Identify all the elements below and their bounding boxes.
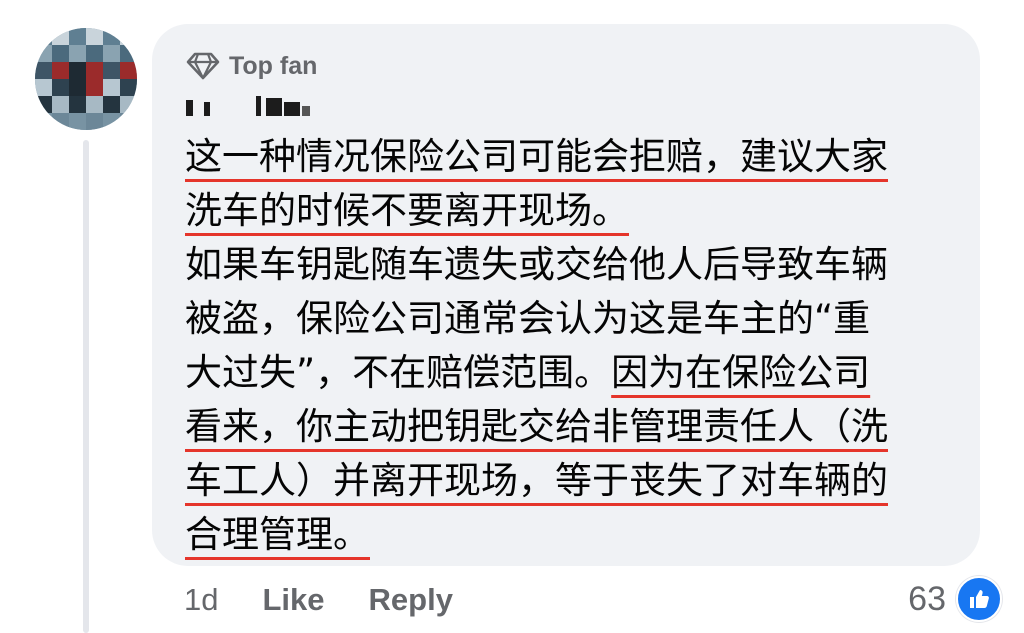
avatar-pixel [69,96,86,113]
avatar-pixel [52,96,69,113]
avatar-pixel [120,113,137,130]
top-fan-badge[interactable]: Top fan [186,50,317,82]
avatar-pixel [35,62,52,79]
comment-text-segment: 如果车钥匙随车遗失或交给他人后导致车辆 [185,243,888,286]
comment-line: 合理管理。 [185,508,965,562]
avatar-pixel [86,96,103,113]
comment-text: 这一种情况保险公司可能会拒赔，建议大家 洗车的时候不要离开现场。如果车钥匙随车遗失… [185,130,965,562]
avatar-pixel [52,79,69,96]
comment-line: 如果车钥匙随车遗失或交给他人后导致车辆 [185,238,965,292]
comment-line: 看来，你主动把钥匙交给非管理责任人（洗 [185,400,965,454]
reactions-summary[interactable]: 63 [908,576,1002,622]
underlined-text: 因为在保险公司 [611,351,871,394]
comment-bubble: Top fan 这一种情况保险公司可能会拒赔，建议大家 洗车的时候不要离开现场。如… [152,24,980,566]
comment-thread: Top fan 这一种情况保险公司可能会拒赔，建议大家 洗车的时候不要离开现场。如… [0,0,1024,633]
avatar-pixel [103,45,120,62]
avatar-pixel [120,96,137,113]
avatar[interactable] [35,28,137,130]
avatar-pixel [103,113,120,130]
avatar-pixel [52,45,69,62]
avatar-pixel [69,45,86,62]
avatar-pixel [69,62,86,79]
comment-actions: 1d Like Reply [184,580,497,620]
avatar-pixel [35,113,52,130]
avatar-pixel [52,62,69,79]
diamond-icon [186,52,220,80]
avatar-pixel [35,96,52,113]
comment-line: 洗车的时候不要离开现场。 [185,184,965,238]
comment-line: 大过失”，不在赔偿范围。因为在保险公司 [185,346,965,400]
comment-timestamp[interactable]: 1d [184,582,218,618]
avatar-pixel [86,45,103,62]
avatar-pixel [69,113,86,130]
avatar-pixel [86,62,103,79]
avatar-pixel [120,62,137,79]
thumbs-up-icon [956,576,1002,622]
like-button[interactable]: Like [262,582,324,618]
underlined-text: 看来，你主动把钥匙交给非管理责任人（洗 [185,405,888,448]
avatar-pixel [35,79,52,96]
avatar-pixel [103,28,120,45]
avatar-pixel [52,28,69,45]
comment-line: 这一种情况保险公司可能会拒赔，建议大家 [185,130,965,184]
avatar-pixel [103,79,120,96]
underlined-text: 洗车的时候不要离开现场。 [185,189,629,232]
avatar-pixel [69,28,86,45]
thread-line [83,140,89,633]
avatar-pixel [103,62,120,79]
avatar-pixel [120,79,137,96]
author-name-redacted[interactable] [186,94,326,118]
comment-line: 被盗，保险公司通常会认为这是车主的“重 [185,292,965,346]
avatar-pixel [86,113,103,130]
avatar-pixel [69,79,86,96]
reply-button[interactable]: Reply [369,582,453,618]
avatar-pixel [52,113,69,130]
avatar-pixel [103,96,120,113]
underlined-text: 车工人）并离开现场，等于丧失了对车辆的 [185,459,888,502]
comment-text-segment: 大过失”，不在赔偿范围。 [185,351,612,394]
badge-label: Top fan [229,51,318,80]
comment-line: 车工人）并离开现场，等于丧失了对车辆的 [185,454,965,508]
avatar-pixel [86,28,103,45]
avatar-pixel [120,28,137,45]
underlined-text: 合理管理。 [185,513,370,556]
comment-text-segment: 被盗，保险公司通常会认为这是车主的“重 [185,297,871,340]
avatar-pixel [120,45,137,62]
avatar-pixel [86,79,103,96]
reaction-count: 63 [908,579,946,618]
underlined-text: 这一种情况保险公司可能会拒赔，建议大家 [185,135,888,178]
avatar-pixel [35,28,52,45]
avatar-pixel [35,45,52,62]
